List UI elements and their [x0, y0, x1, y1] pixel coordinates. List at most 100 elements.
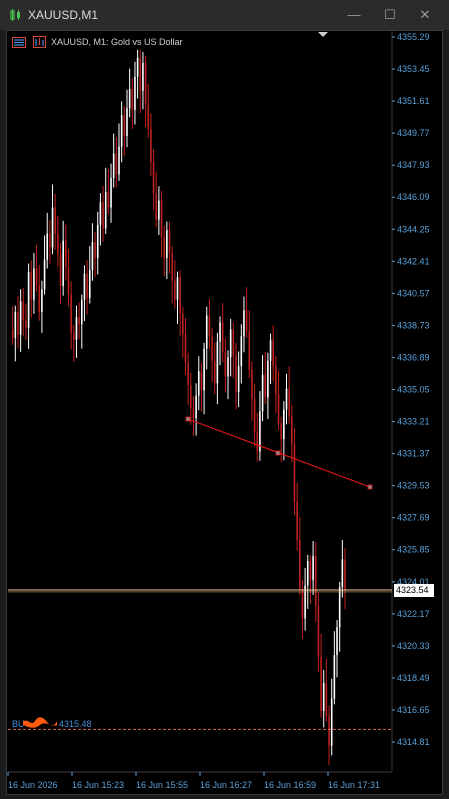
candle-body: [128, 89, 131, 109]
candle-body: [131, 89, 134, 110]
trendline-handle: [185, 416, 191, 422]
candle-body: [232, 329, 235, 356]
candle-body: [30, 271, 33, 300]
candle-body: [328, 716, 330, 746]
candle-body: [75, 317, 78, 340]
candle-body: [213, 360, 216, 384]
candle-body: [219, 322, 221, 342]
candle-body: [189, 385, 192, 408]
y-tick-label: 4316.65: [397, 705, 430, 715]
candle-body: [142, 62, 144, 91]
chart-window-icon[interactable]: [12, 37, 26, 48]
candle-body: [70, 294, 72, 333]
candle-body: [147, 104, 150, 130]
candle-body: [73, 332, 75, 340]
candle-body: [229, 329, 232, 358]
candle-body: [293, 444, 296, 502]
candle-body: [192, 407, 195, 419]
x-tick-label: 16 Jun 15:55: [136, 780, 188, 790]
candle-body: [43, 259, 46, 290]
candle-body: [166, 230, 168, 259]
y-tick-label: 4347.93: [397, 160, 430, 170]
candle-body: [86, 273, 88, 299]
candle-body: [155, 193, 158, 220]
candlestick-chart[interactable]: 4355.29 4353.45 4351.61 4349.77 4347.93 4346.…: [0, 0, 449, 799]
candle-body: [330, 698, 333, 746]
candle-body: [168, 230, 171, 253]
candle-body: [341, 559, 344, 588]
candle-body: [224, 352, 227, 377]
candle-body: [107, 191, 110, 208]
candle-body: [11, 329, 14, 339]
candle-body: [102, 202, 104, 229]
candle-body: [235, 355, 237, 393]
candle-body: [83, 273, 86, 300]
candle-body: [322, 682, 325, 711]
candle-body: [187, 362, 189, 386]
candle-body: [280, 423, 282, 440]
candle-body: [136, 57, 139, 77]
candle-body: [49, 233, 51, 248]
candle-body: [216, 341, 219, 384]
trendline-handle: [367, 484, 373, 490]
candle-body: [221, 322, 224, 353]
candle-body: [320, 656, 322, 711]
candle-body: [110, 177, 112, 208]
candle-body: [251, 369, 253, 400]
candle-body: [27, 271, 30, 328]
candle-body: [120, 115, 123, 147]
y-tick-label: 4314.81: [397, 737, 430, 747]
candle-body: [306, 561, 309, 586]
candle-body: [200, 371, 203, 391]
redaction-scribble: [23, 717, 57, 728]
y-tick-label: 4355.29: [397, 32, 430, 42]
candle-body: [283, 409, 285, 440]
candle-body: [35, 268, 38, 286]
candle-body: [325, 682, 328, 717]
candle-body: [91, 242, 94, 271]
candle-body: [264, 374, 267, 398]
candle-body: [14, 311, 17, 339]
y-tick-label: 4320.33: [397, 641, 430, 651]
candle-body: [80, 299, 83, 325]
candle-body: [46, 233, 49, 260]
candle-body: [256, 432, 259, 452]
candle-body: [205, 315, 208, 349]
y-tick-label: 4346.09: [397, 192, 430, 202]
candle-body: [203, 348, 205, 391]
candle-body: [285, 388, 288, 410]
candle-body: [237, 365, 240, 393]
candle-body: [272, 339, 275, 366]
y-tick-label: 4325.85: [397, 545, 430, 555]
candle-body: [41, 289, 43, 312]
y-tick-label: 4336.89: [397, 352, 430, 362]
candle-body: [179, 277, 181, 314]
candle-body: [338, 587, 341, 628]
buy-order-price: 4315.48: [59, 719, 92, 729]
candle-body: [245, 310, 248, 332]
candle-body: [301, 588, 304, 619]
x-tick-label: 16 Jun 16:27: [200, 780, 252, 790]
candle-body: [309, 561, 312, 581]
indicator-icon[interactable]: [33, 36, 46, 48]
y-tick-label: 4318.49: [397, 673, 430, 683]
candle-body: [184, 334, 187, 363]
candle-body: [277, 393, 280, 424]
y-tick-label: 4333.21: [397, 417, 430, 427]
y-tick-label: 4342.41: [397, 256, 430, 266]
y-tick-label: 4322.17: [397, 609, 430, 619]
scroll-marker: [318, 32, 328, 37]
candle-body: [344, 559, 346, 591]
candle-body: [54, 207, 56, 234]
candle-body: [208, 315, 211, 337]
candle-body: [288, 388, 290, 417]
y-tick-label: 4344.25: [397, 224, 430, 234]
candle-body: [134, 76, 136, 110]
candle-body: [17, 311, 19, 335]
candle-body: [51, 207, 54, 248]
candle-body: [243, 310, 245, 337]
candle-body: [62, 240, 64, 286]
candle-body: [57, 233, 59, 255]
candle-body: [94, 242, 96, 259]
candle-body: [261, 374, 264, 412]
